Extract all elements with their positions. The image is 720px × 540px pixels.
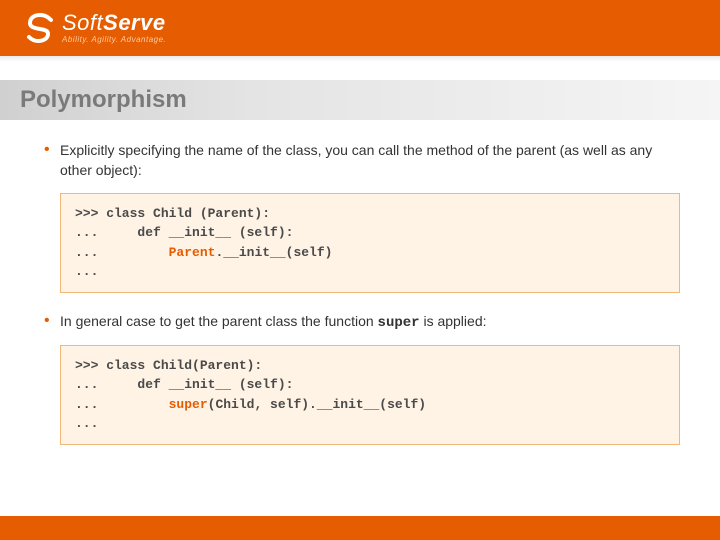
brand-tagline: Ability. Agility. Advantage. [62, 36, 166, 44]
header-shadow [0, 56, 720, 62]
brand-name: SoftServe [62, 12, 166, 34]
slide-content: Explicitly specifying the name of the cl… [0, 120, 720, 445]
keyword-parent: Parent [169, 245, 216, 260]
brand-mark-icon [24, 12, 56, 44]
code-block-1: >>> class Child (Parent): ... def __init… [60, 193, 680, 293]
inline-code-super: super [378, 315, 420, 331]
slide-title-band: Polymorphism [0, 80, 720, 120]
brand-logo: SoftServe Ability. Agility. Advantage. [24, 12, 166, 44]
keyword-super: super [169, 397, 208, 412]
footer-bar [0, 516, 720, 540]
slide-title: Polymorphism [20, 86, 700, 114]
bullet-item: Explicitly specifying the name of the cl… [40, 140, 680, 181]
code-block-2: >>> class Child(Parent): ... def __init_… [60, 345, 680, 445]
bullet-item: In general case to get the parent class … [40, 311, 680, 333]
header-bar: SoftServe Ability. Agility. Advantage. [0, 0, 720, 56]
